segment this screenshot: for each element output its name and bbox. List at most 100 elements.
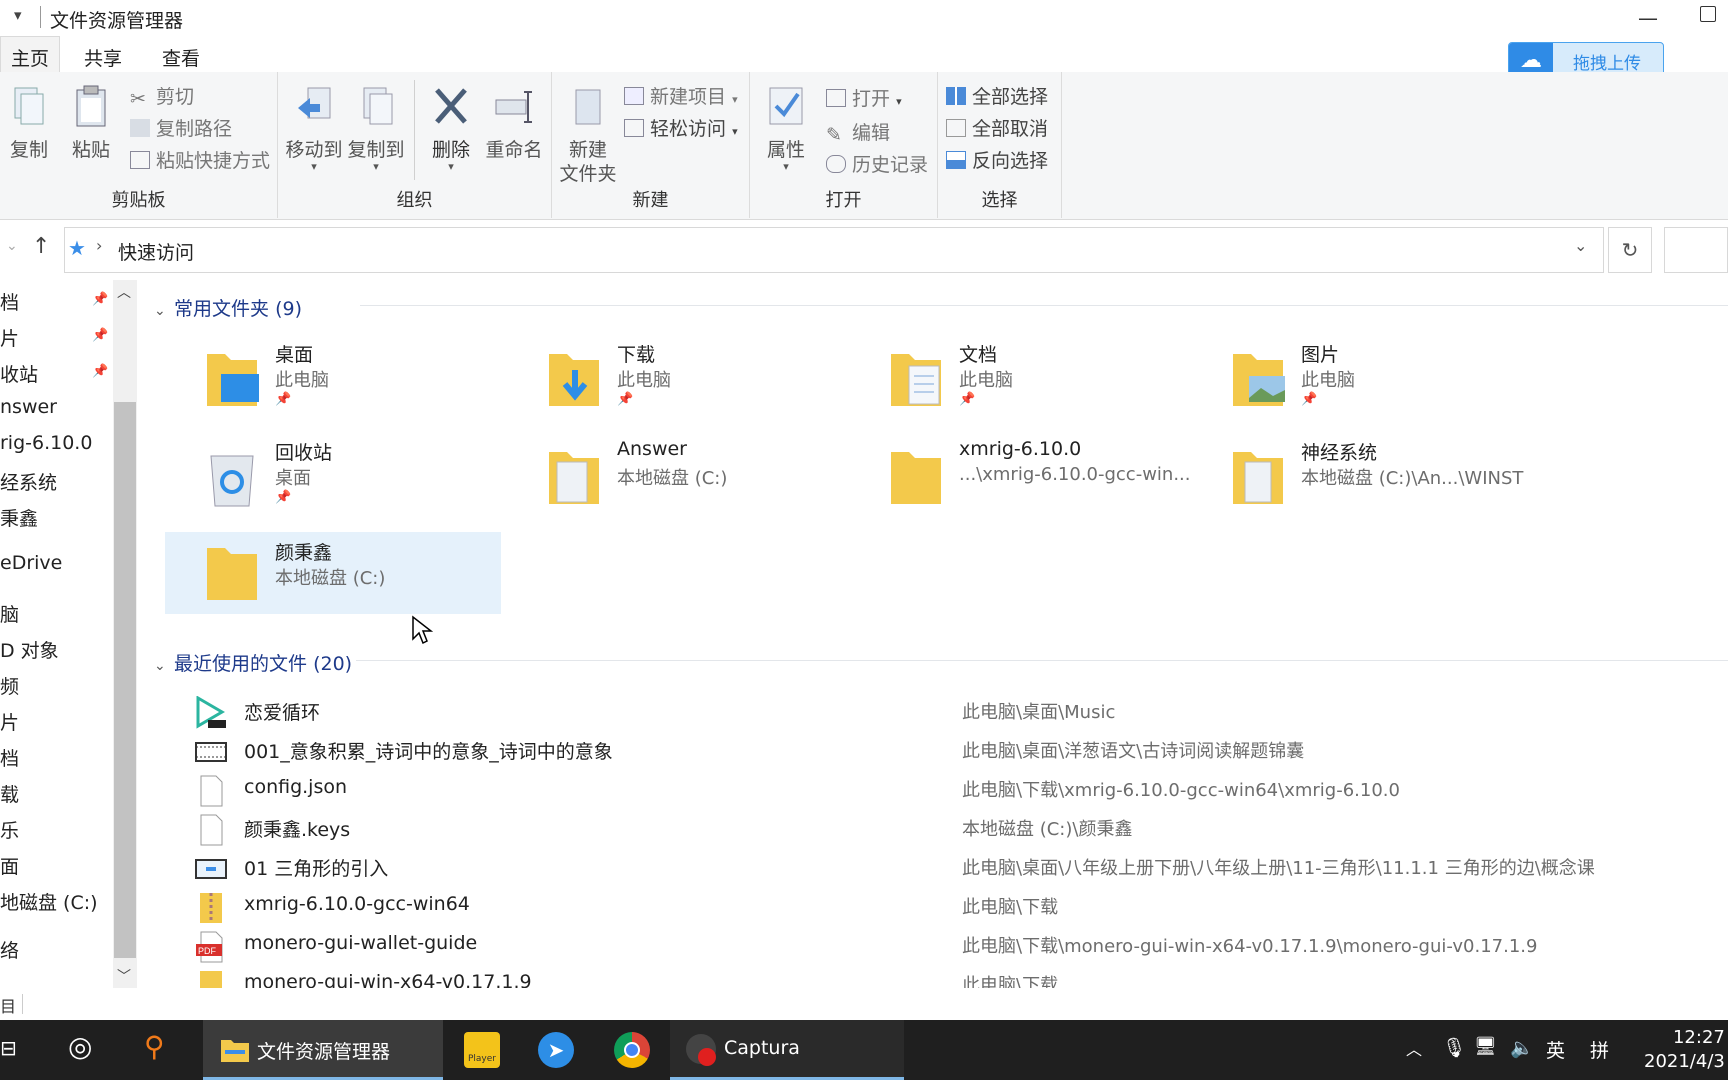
volume-icon[interactable]: 🔈 [1510,1036,1534,1059]
frequent-folders-header[interactable]: ⌄ 常用文件夹 (9) [154,294,302,321]
paste-shortcut-button[interactable]: 粘贴快捷方式 [130,146,270,173]
taskbar-feishu[interactable]: ➤ [536,1020,580,1080]
tab-home[interactable]: 主页 [0,36,61,72]
show-hidden-icons-icon[interactable]: ︿ [1406,1036,1422,1060]
folder-tile-downloads[interactable]: 下载 此电脑 📌 [507,334,843,416]
nav-item[interactable]: 收站 [0,360,38,387]
recent-file-row[interactable]: 001_意象积累_诗词中的意象_诗词中的意象 此电脑\桌面\洋葱语文\古诗词阅读… [190,731,1690,769]
cortana-icon[interactable]: ◎ [68,1020,108,1080]
nav-item[interactable]: 载 [0,780,19,807]
folder-tile-nervous-system[interactable]: 神经系统 本地磁盘 (C:)\An...\WINST [1191,432,1527,514]
group-label-new: 新建 [632,190,669,211]
nav-item[interactable]: D 对象 [0,636,59,663]
nav-item[interactable]: 片 [0,708,19,735]
history-button[interactable]: 历史记录 [826,150,928,177]
easy-access-button[interactable]: 轻松访问 ▾ [624,114,738,141]
folder-location: 此电脑 [959,370,1013,391]
select-all-button[interactable]: 全部选择 [946,82,1048,109]
up-arrow-icon[interactable]: ↑ [32,234,50,259]
scroll-down-icon[interactable]: ﹀ [117,966,131,986]
taskbar-player[interactable]: Player [462,1020,506,1080]
taskbar-chrome[interactable] [612,1020,656,1080]
nav-item[interactable]: 经系统 [0,468,57,495]
copy-path-button[interactable]: 复制路径 [130,114,232,141]
scrollbar-thumb[interactable] [114,402,136,958]
desktop-folder-icon [207,354,259,406]
clock[interactable]: 12:27 2021/4/3 [1644,1026,1725,1074]
microphone-icon[interactable]: 🎙 [1442,1036,1466,1059]
recent-file-row[interactable]: config.json 此电脑\下载\xmrig-6.10.0-gcc-win6… [190,770,1690,808]
recent-locations-icon[interactable]: ⌄ [6,238,18,254]
delete-button[interactable]: 删除 ▾ [424,84,478,172]
recent-file-row[interactable]: 01 三角形的引入 此电脑\桌面\八年级上册下册\八年级上册\11-三角形\11… [190,848,1690,886]
copy-button[interactable]: 复制 [4,84,54,162]
mouse-cursor-icon [412,615,433,645]
nav-item[interactable]: 秉鑫 [0,504,38,531]
breadcrumb-path[interactable]: 快速访问 [118,238,194,265]
quick-access-dropdown-icon[interactable]: ▾ [14,6,22,24]
select-none-button[interactable]: 全部取消 [946,114,1048,141]
folder-tile-desktop[interactable]: 桌面 此电脑 📌 [165,334,501,416]
downloads-folder-icon [549,354,599,406]
recent-file-row[interactable]: 颜秉鑫.keys 本地磁盘 (C:)\颜秉鑫 [190,809,1690,847]
address-dropdown-icon[interactable]: ⌄ [1574,236,1587,255]
scroll-up-icon[interactable]: ︿ [117,282,131,302]
minimize-button[interactable]: — [1638,6,1658,30]
breadcrumb-chevron-icon[interactable]: › [96,236,102,255]
address-box[interactable] [64,227,1604,273]
folder-tile-yanbingxin[interactable]: 颜秉鑫 本地磁盘 (C:) [165,532,501,614]
properties-button[interactable]: 属性 ▾ [758,84,814,172]
maximize-button[interactable] [1700,6,1716,22]
nav-scrollbar[interactable]: ︿ ﹀ [113,280,137,988]
cut-button[interactable]: ✂ 剪切 [130,82,194,110]
nav-item[interactable]: 片 [0,324,19,351]
nav-item[interactable]: 频 [0,672,19,699]
recent-file-row[interactable]: xmrig-6.10.0-gcc-win64 此电脑\下载 [190,887,1690,925]
folder-location: 本地磁盘 (C:) [617,468,728,489]
new-folder-button[interactable]: 新建 文件夹 [556,84,620,186]
file-path: 本地磁盘 (C:)\颜秉鑫 [962,819,1133,840]
recent-file-row[interactable]: 恋爱循环 此电脑\桌面\Music [190,692,1690,730]
recent-files-header[interactable]: ⌄ 最近使用的文件 (20) [154,649,352,676]
copy-to-button[interactable]: 复制到 ▾ [346,84,406,172]
ime-mode-icon[interactable]: 拼 [1590,1036,1609,1063]
recent-file-row[interactable]: monero-gui-win-x64-v0.17.1.9 此电脑\下载 [190,965,1690,988]
invert-selection-button[interactable]: 反向选择 [946,146,1048,173]
nav-item[interactable]: 脑 [0,600,19,627]
folder-tile-documents[interactable]: 文档 此电脑 📌 [849,334,1185,416]
folder-tile-recycle-bin[interactable]: 回收站 桌面 📌 [165,432,501,514]
nav-item[interactable]: 乐 [0,816,19,843]
paste-button[interactable]: 粘贴 [66,84,116,162]
recycle-bin-icon [210,455,254,507]
new-item-button[interactable]: 新建项目 ▾ [624,82,738,109]
task-view-icon[interactable]: ⊟ [0,1020,30,1080]
nav-item[interactable]: 档 [0,744,19,771]
ime-indicator[interactable]: 英 [1546,1036,1565,1063]
refresh-icon[interactable]: ↻ [1608,227,1652,273]
nav-item[interactable]: 络 [0,936,19,963]
taskbar-explorer[interactable]: 文件资源管理器 [203,1020,443,1080]
tab-view[interactable]: 查看 [152,40,210,75]
folder-tile-xmrig[interactable]: xmrig-6.10.0 ...\xmrig-6.10.0-gcc-win... [849,432,1191,514]
taskbar-captura[interactable]: Captura [670,1020,904,1080]
nav-item[interactable]: 档 [0,288,19,315]
documents-folder-icon [891,354,941,406]
open-button[interactable]: 打开 ▾ [826,84,902,111]
nav-item[interactable]: nswer [0,396,57,418]
file-name: xmrig-6.10.0-gcc-win64 [244,893,470,915]
edit-button[interactable]: ✎ 编辑 [826,118,890,146]
nav-item[interactable]: rig-6.10.0 [0,432,92,454]
nav-item[interactable]: eDrive [0,552,62,574]
rename-button[interactable]: 重命名 [482,84,546,162]
search-icon[interactable]: ⚲ [144,1020,188,1080]
move-to-button[interactable]: 移动到 ▾ [284,84,344,172]
folder-tile-pictures[interactable]: 图片 此电脑 📌 [1191,334,1527,416]
folder-tile-answer[interactable]: Answer 本地磁盘 (C:) [507,432,843,514]
nav-item[interactable]: 地磁盘 (C:) [0,888,98,915]
search-input[interactable] [1664,227,1728,273]
nav-item[interactable]: 面 [0,852,19,879]
recent-file-row[interactable]: PDF monero-gui-wallet-guide 此电脑\下载\moner… [190,926,1690,964]
network-icon[interactable]: 🖥 [1474,1036,1497,1057]
folder-location: 本地磁盘 (C:)\An...\WINST [1301,468,1524,489]
tab-share[interactable]: 共享 [74,40,132,75]
